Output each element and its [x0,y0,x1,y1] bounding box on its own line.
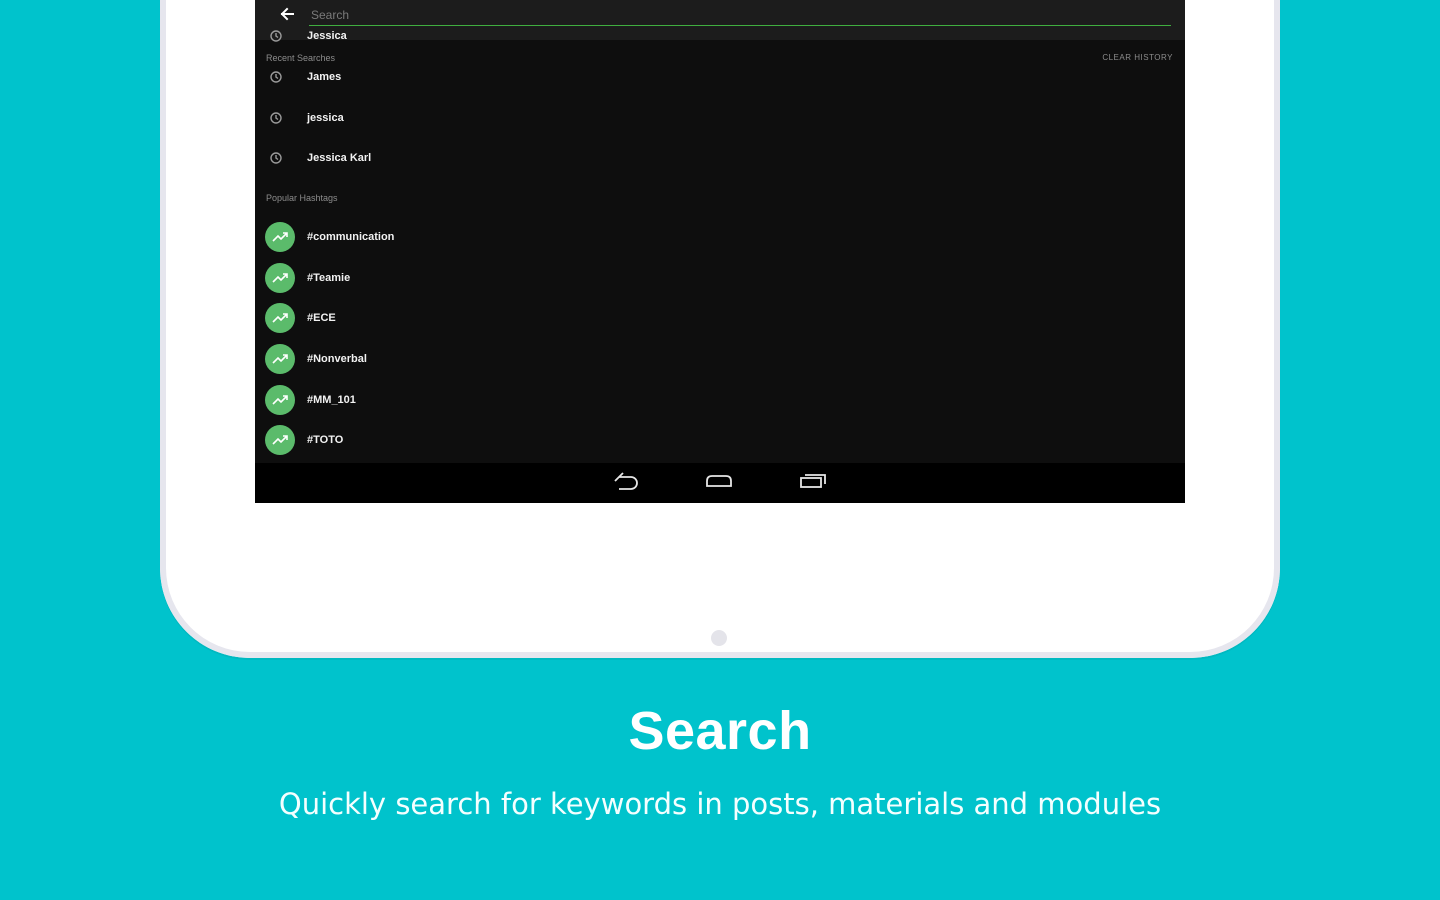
recent-search-label: James [307,71,342,83]
hashtag-label: #MM_101 [307,394,356,406]
trending-icon [265,222,295,252]
recent-search-label: jessica [307,112,344,124]
recent-search-item[interactable]: jessica [255,98,1185,138]
nav-recents-icon [798,472,828,495]
tablet-frame: Recent Searches CLEAR HISTORY Jessica Ja… [160,0,1280,658]
hashtag-label: #Teamie [307,272,351,284]
caption-subtitle: Quickly search for keywords in posts, ma… [278,787,1162,821]
navigation-bar [255,463,1185,503]
nav-home-icon [704,473,734,494]
recent-search-item[interactable]: Jessica Karl [255,138,1185,178]
device-home-dot [711,630,727,646]
trending-icon [265,425,295,455]
nav-recents-button[interactable] [795,471,831,495]
hashtag-item[interactable]: #Teamie [255,258,1185,298]
nav-back-icon [611,471,639,495]
popular-hashtags-header: Popular Hashtags [266,193,338,203]
recent-search-label: Jessica [307,30,347,42]
history-icon [268,28,284,44]
hashtag-label: #TOTO [307,434,344,446]
trending-icon [265,344,295,374]
hashtag-label: #ECE [307,312,336,324]
recent-search-label: Jessica Karl [307,152,372,164]
recent-search-item[interactable]: James [255,57,1185,97]
hashtag-item[interactable]: #Nonverbal [255,339,1185,379]
history-icon [268,150,284,166]
hashtag-label: #Nonverbal [307,353,367,365]
hashtag-item[interactable]: #communication [255,217,1185,257]
nav-home-button[interactable] [701,471,737,495]
history-icon [268,69,284,85]
hashtag-item[interactable]: #MM_101 [255,380,1185,420]
trending-icon [265,263,295,293]
hashtag-label: #communication [307,231,395,243]
trending-icon [265,303,295,333]
history-icon [268,110,284,126]
hashtag-item[interactable]: #ECE [255,298,1185,338]
device-screen: Recent Searches CLEAR HISTORY Jessica Ja… [255,0,1185,503]
hashtag-item[interactable]: #TOTO [255,420,1185,460]
recent-search-item[interactable]: Jessica [255,16,1185,56]
caption-title: Search [628,701,812,761]
trending-icon [265,385,295,415]
nav-back-button[interactable] [607,471,643,495]
